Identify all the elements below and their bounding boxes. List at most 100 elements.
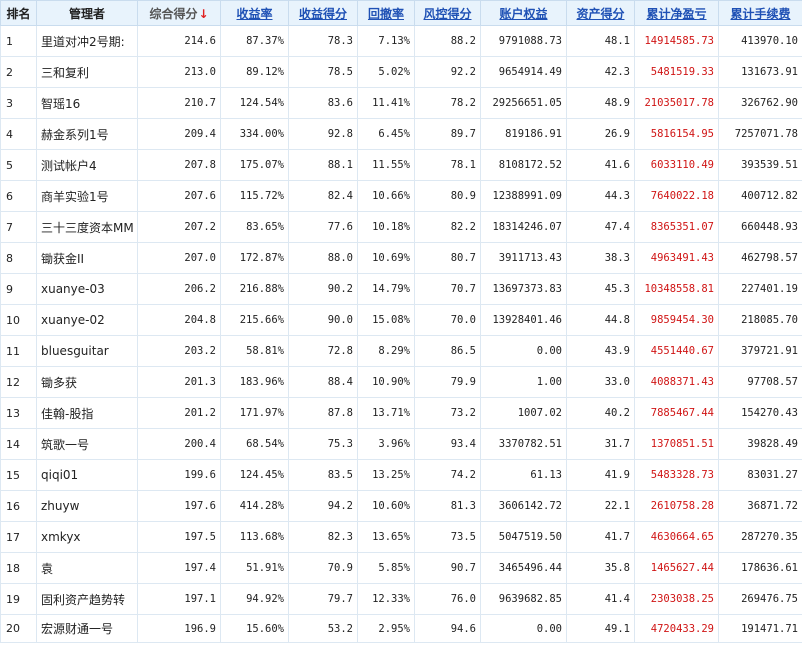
cell-fees: 154270.43 [718, 397, 802, 429]
cell-return-score: 92.8 [288, 118, 358, 150]
cell-return-rate: 172.87% [220, 242, 289, 274]
cell-fees: 287270.35 [718, 521, 802, 553]
cell-manager: bluesguitar [36, 335, 138, 367]
table-row: 3 智瑶16 210.7 124.54% 83.6 11.41% 78.2 29256651.… [0, 87, 802, 119]
cell-risk-score: 70.0 [414, 304, 481, 336]
table-row: 12 锄多获 201.3 183.96% 88.4 10.90% 79.9 1.00 33.0 4… [0, 366, 802, 398]
cell-risk-score: 86.5 [414, 335, 481, 367]
cell-score: 203.2 [137, 335, 221, 367]
header-asset-score[interactable]: 资产得分 [566, 0, 635, 26]
cell-equity: 819186.91 [480, 118, 567, 150]
cell-fees: 326762.90 [718, 87, 802, 119]
cell-return-rate: 171.97% [220, 397, 289, 429]
cell-drawdown: 10.60% [357, 490, 415, 522]
cell-score: 206.2 [137, 273, 221, 305]
cell-rank: 10 [0, 304, 37, 336]
cell-asset-score: 22.1 [566, 490, 635, 522]
cell-asset-score: 26.9 [566, 118, 635, 150]
cell-rank: 11 [0, 335, 37, 367]
table-header: 排名 管理者 综合得分↓ 收益率 收益得分 回撤率 风控得分 账户权益 资产得分… [0, 0, 802, 26]
cell-net-pnl: 1370851.51 [634, 428, 719, 460]
cell-return-score: 87.8 [288, 397, 358, 429]
cell-return-score: 77.6 [288, 211, 358, 243]
cell-asset-score: 48.1 [566, 25, 635, 57]
cell-risk-score: 73.5 [414, 521, 481, 553]
cell-return-score: 94.2 [288, 490, 358, 522]
cell-score: 201.2 [137, 397, 221, 429]
header-fees[interactable]: 累计手续费 [718, 0, 802, 26]
table-row: 18 袁 197.4 51.91% 70.9 5.85% 90.7 3465496.44 35.… [0, 552, 802, 584]
cell-manager: 三十三度资本MM [36, 211, 138, 243]
cell-risk-score: 93.4 [414, 428, 481, 460]
cell-risk-score: 92.2 [414, 56, 481, 88]
cell-net-pnl: 1465627.44 [634, 552, 719, 584]
cell-manager: 里道对冲2号期: [36, 25, 138, 57]
cell-rank: 16 [0, 490, 37, 522]
header-net-pnl[interactable]: 累计净盈亏 [634, 0, 719, 26]
cell-manager: 测试帐户4 [36, 149, 138, 181]
header-equity[interactable]: 账户权益 [480, 0, 567, 26]
cell-net-pnl: 14914585.73 [634, 25, 719, 57]
cell-return-score: 88.0 [288, 242, 358, 274]
cell-manager: 宏源财通一号 [36, 614, 138, 643]
sort-desc-icon[interactable]: ↓ [198, 7, 208, 21]
cell-asset-score: 48.9 [566, 87, 635, 119]
cell-equity: 0.00 [480, 614, 567, 643]
cell-asset-score: 45.3 [566, 273, 635, 305]
header-return-rate[interactable]: 收益率 [220, 0, 289, 26]
cell-drawdown: 11.41% [357, 87, 415, 119]
cell-rank: 13 [0, 397, 37, 429]
cell-manager: 固利资产趋势转 [36, 583, 138, 615]
cell-return-rate: 113.68% [220, 521, 289, 553]
cell-fees: 191471.71 [718, 614, 802, 643]
cell-score: 213.0 [137, 56, 221, 88]
cell-return-rate: 216.88% [220, 273, 289, 305]
cell-asset-score: 40.2 [566, 397, 635, 429]
cell-return-rate: 215.66% [220, 304, 289, 336]
header-return-score[interactable]: 收益得分 [288, 0, 358, 26]
cell-return-score: 90.2 [288, 273, 358, 305]
cell-fees: 227401.19 [718, 273, 802, 305]
cell-fees: 400712.82 [718, 180, 802, 212]
cell-risk-score: 80.7 [414, 242, 481, 274]
cell-fees: 269476.75 [718, 583, 802, 615]
cell-risk-score: 89.7 [414, 118, 481, 150]
header-risk-score[interactable]: 风控得分 [414, 0, 481, 26]
cell-risk-score: 70.7 [414, 273, 481, 305]
cell-fees: 393539.51 [718, 149, 802, 181]
cell-risk-score: 90.7 [414, 552, 481, 584]
table-row: 6 商羊实验1号 207.6 115.72% 82.4 10.66% 80.9 1238899… [0, 180, 802, 212]
header-score-label[interactable]: 综合得分 [149, 7, 197, 21]
cell-manager: 赫金系列1号 [36, 118, 138, 150]
cell-return-rate: 89.12% [220, 56, 289, 88]
table-row: 5 测试帐户4 207.8 175.07% 88.1 11.55% 78.1 8108172.… [0, 149, 802, 181]
cell-score: 197.5 [137, 521, 221, 553]
cell-rank: 18 [0, 552, 37, 584]
header-drawdown[interactable]: 回撤率 [357, 0, 415, 26]
cell-manager: zhuyw [36, 490, 138, 522]
cell-rank: 8 [0, 242, 37, 274]
cell-drawdown: 10.18% [357, 211, 415, 243]
table-row: 13 佳翰-股指 201.2 171.97% 87.8 13.71% 73.2 1007.02… [0, 397, 802, 429]
cell-return-rate: 414.28% [220, 490, 289, 522]
cell-equity: 3911713.43 [480, 242, 567, 274]
cell-manager: 商羊实验1号 [36, 180, 138, 212]
header-score[interactable]: 综合得分↓ [137, 0, 221, 26]
cell-rank: 4 [0, 118, 37, 150]
cell-drawdown: 7.13% [357, 25, 415, 57]
cell-risk-score: 82.2 [414, 211, 481, 243]
cell-net-pnl: 4551440.67 [634, 335, 719, 367]
cell-rank: 3 [0, 87, 37, 119]
cell-return-score: 78.5 [288, 56, 358, 88]
cell-drawdown: 5.85% [357, 552, 415, 584]
header-manager: 管理者 [36, 0, 138, 26]
cell-score: 197.4 [137, 552, 221, 584]
cell-return-rate: 83.65% [220, 211, 289, 243]
cell-drawdown: 3.96% [357, 428, 415, 460]
cell-manager: 袁 [36, 552, 138, 584]
cell-asset-score: 41.6 [566, 149, 635, 181]
cell-asset-score: 41.9 [566, 459, 635, 491]
table-row: 11 bluesguitar 203.2 58.81% 72.8 8.29% 86.5 0.0… [0, 335, 802, 367]
cell-return-score: 90.0 [288, 304, 358, 336]
cell-drawdown: 5.02% [357, 56, 415, 88]
